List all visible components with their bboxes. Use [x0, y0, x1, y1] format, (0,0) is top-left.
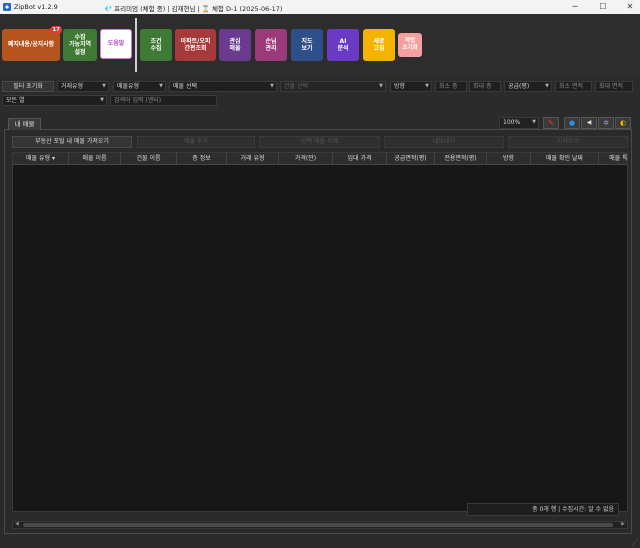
supply-unit-value: 공급(평): [508, 83, 530, 90]
scrollbar-thumb[interactable]: [23, 523, 613, 527]
notice-button-label: 폐지내용/공지사항: [7, 41, 55, 49]
column-header[interactable]: 공급면적(평): [387, 153, 435, 165]
subscription-status: 💎 프리미엄 (체험 중) | 김재현님 | ⌛ 체험 D-1 (2025-06…: [104, 5, 283, 13]
direction-select[interactable]: 방향 ▼: [390, 81, 432, 92]
ai-analysis-button[interactable]: AI 분석: [327, 29, 359, 61]
chevron-down-icon: ▼: [270, 83, 274, 89]
filter-reset-button[interactable]: 필터 초기화: [2, 81, 54, 92]
column-header[interactable]: 임대 가격: [333, 153, 387, 165]
column-header[interactable]: 전용면적(평): [435, 153, 487, 165]
max-floor-input[interactable]: 최대 층: [469, 81, 501, 92]
condition-collect-button[interactable]: 조건 수집: [140, 29, 172, 61]
column-select[interactable]: 모든 열 ▼: [2, 95, 107, 106]
tab-my-listings[interactable]: 내 매물: [8, 118, 41, 130]
status-bar: [0, 537, 640, 548]
add-listing-button[interactable]: 매물 추가: [137, 136, 255, 148]
chevron-down-icon: ▼: [102, 83, 106, 89]
table-status: 총 0개 행 | 수집시간: 알 수 없음: [467, 503, 619, 516]
region-settings-button[interactable]: 수집 가능지역 설정: [63, 29, 97, 61]
chevron-down-icon: ▼: [159, 83, 163, 89]
search-input[interactable]: 검색어 입력 (엔터): [110, 95, 217, 106]
notice-button[interactable]: 폐지내용/공지사항 17: [2, 26, 62, 61]
maximize-button[interactable]: ☐: [596, 1, 610, 13]
title-bar: ZipBot v1.2.9 💎 프리미엄 (체험 중) | 김재현님 | ⌛ 체…: [0, 0, 640, 14]
reset-work-button[interactable]: 작업 초기화: [398, 33, 422, 57]
moon-icon[interactable]: ◐: [615, 117, 631, 129]
min-area-input[interactable]: 최소 면적: [555, 81, 592, 92]
circle-blue-icon[interactable]: ●: [564, 117, 580, 129]
help-button[interactable]: 도움말: [100, 29, 132, 59]
toolbar-divider: [135, 18, 137, 72]
chevron-down-icon: ▼: [425, 83, 429, 89]
zoom-select[interactable]: 100% ▼: [499, 117, 539, 129]
scroll-left-icon[interactable]: ◀: [15, 521, 19, 527]
pin-icon[interactable]: ✎: [543, 117, 559, 129]
delete-listing-button[interactable]: 선택 매물 삭제: [259, 136, 380, 148]
property-select[interactable]: 매물 선택 ▼: [169, 81, 277, 92]
chevron-down-icon: ▼: [100, 97, 104, 103]
column-header[interactable]: 매물 특: [599, 153, 627, 165]
column-header[interactable]: 거래 유형: [227, 153, 279, 165]
chevron-down-icon: ▼: [545, 83, 549, 89]
listings-table[interactable]: 매물 유형 ▾ 매물 이름 건물 이름 층 정보 거래 유형 가격(만) 임대 …: [12, 152, 628, 512]
map-button[interactable]: 지도 보기: [291, 29, 323, 61]
app-logo-icon: [3, 3, 11, 11]
close-button[interactable]: ✕: [623, 1, 637, 13]
table-header: 매물 유형 ▾ 매물 이름 건물 이름 층 정보 거래 유형 가격(만) 임대 …: [13, 153, 627, 165]
main-toolbar: 폐지내용/공지사항 17 수집 가능지역 설정 도움말 조건 수집 아파트/오피…: [0, 14, 640, 76]
min-floor-input[interactable]: 최소 층: [435, 81, 467, 92]
zoom-value: 100%: [503, 119, 521, 126]
customer-button[interactable]: 손님 관리: [255, 29, 287, 61]
window-title: ZipBot v1.2.9: [14, 3, 58, 11]
property-select-value: 매물 선택: [173, 83, 197, 90]
export-button[interactable]: 내보내기: [384, 136, 504, 148]
direction-value: 방향: [394, 83, 406, 90]
chevron-down-icon: ▼: [379, 83, 383, 89]
refresh-button[interactable]: 새로 고침: [363, 29, 395, 61]
property-type-value: 매물유형: [117, 83, 140, 90]
sort-arrow-icon: ▾: [51, 155, 55, 162]
scroll-right-icon[interactable]: ▶: [621, 521, 625, 527]
import-button[interactable]: 가져오기: [508, 136, 628, 148]
notice-count-badge: 17: [50, 26, 62, 34]
column-header[interactable]: 가격(만): [279, 153, 333, 165]
max-area-input[interactable]: 최대 면적: [595, 81, 633, 92]
apartment-lookup-button[interactable]: 아파트/오피 간편조회: [175, 29, 216, 61]
column-header[interactable]: 매물 유형 ▾: [13, 153, 69, 165]
column-header[interactable]: 방향: [487, 153, 531, 165]
gear-icon[interactable]: ✲: [598, 117, 614, 129]
column-select-value: 모든 열: [6, 97, 25, 104]
column-header[interactable]: 매물 이름: [69, 153, 121, 165]
favorites-button[interactable]: 관심 매물: [219, 29, 251, 61]
trade-type-value: 거래유형: [61, 83, 84, 90]
building-select-value: 건물 선택: [284, 83, 308, 90]
property-type-select[interactable]: 매물유형 ▼: [113, 81, 166, 92]
import-portal-button[interactable]: 부동산 포털 내 매물 가져오기: [12, 136, 132, 148]
minimize-button[interactable]: ─: [568, 1, 582, 13]
column-header[interactable]: 매물 확인 날짜: [531, 153, 599, 165]
chevron-down-icon: ▼: [532, 119, 536, 125]
column-header[interactable]: 건물 이름: [121, 153, 177, 165]
supply-unit-select[interactable]: 공급(평) ▼: [504, 81, 552, 92]
column-header[interactable]: 층 정보: [177, 153, 227, 165]
horizontal-scrollbar[interactable]: ◀ ▶: [12, 521, 628, 529]
arrow-left-icon[interactable]: ◀: [581, 117, 597, 129]
trade-type-select[interactable]: 거래유형 ▼: [57, 81, 109, 92]
building-select[interactable]: 건물 선택 ▼: [280, 81, 386, 92]
resize-grip-icon[interactable]: ⋰: [631, 539, 638, 547]
